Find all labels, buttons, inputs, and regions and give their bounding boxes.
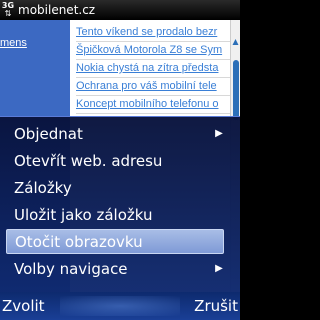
menu-item-label: Otočit obrazovku xyxy=(15,232,143,251)
menu-item-label: Objednat xyxy=(14,124,83,143)
news-link[interactable]: Nokia chystá na zítra předsta xyxy=(76,60,230,78)
menu-item-rotate-screen[interactable]: Otočit obrazovku xyxy=(6,229,224,254)
page-title: mobilenet.cz xyxy=(18,3,96,17)
news-link[interactable]: Špičková Motorola Z8 se Sym xyxy=(76,42,230,60)
scroll-up-arrow-icon[interactable] xyxy=(232,38,239,46)
news-link[interactable]: Ochrana pro váš mobilní tele xyxy=(76,78,230,96)
sidebar-link[interactable]: mens xyxy=(0,37,27,49)
network-indicator: 3G ⇅ xyxy=(1,2,15,18)
status-bar: 3G ⇅ mobilenet.cz xyxy=(0,0,240,20)
menu-item-objednat[interactable]: Objednat ▶ xyxy=(6,121,224,146)
news-link[interactable]: Koncept mobilního telefonu o xyxy=(76,96,230,114)
menu-item-bookmarks[interactable]: Záložky xyxy=(6,175,224,200)
softkey-bar: Zvolit Zrušit xyxy=(0,292,240,320)
news-link[interactable]: Tento víkend se prodalo bezr xyxy=(76,24,230,42)
left-softkey-select[interactable]: Zvolit xyxy=(2,297,45,315)
right-softkey-cancel[interactable]: Zrušit xyxy=(194,297,238,315)
scroll-thumb[interactable] xyxy=(233,60,239,120)
menu-item-navigation-options[interactable]: Volby navigace ▶ xyxy=(6,256,224,281)
options-menu: Objednat ▶ Otevřít web. adresu Záložky U… xyxy=(0,116,240,292)
menu-item-label: Uložit jako záložku xyxy=(14,205,153,224)
menu-item-label: Otevřít web. adresu xyxy=(14,151,163,170)
softkey-glow xyxy=(60,296,180,316)
menu-item-label: Volby navigace xyxy=(14,259,128,278)
news-list: Tento víkend se prodalo bezr Špičková Mo… xyxy=(76,24,230,114)
menu-item-open-web-address[interactable]: Otevřít web. adresu xyxy=(6,148,224,173)
menu-item-save-bookmark[interactable]: Uložit jako záložku xyxy=(6,202,224,227)
data-transfer-icon: ⇅ xyxy=(4,9,12,18)
submenu-arrow-icon: ▶ xyxy=(215,128,223,139)
menu-item-label: Záložky xyxy=(14,178,72,197)
submenu-arrow-icon: ▶ xyxy=(215,263,223,274)
